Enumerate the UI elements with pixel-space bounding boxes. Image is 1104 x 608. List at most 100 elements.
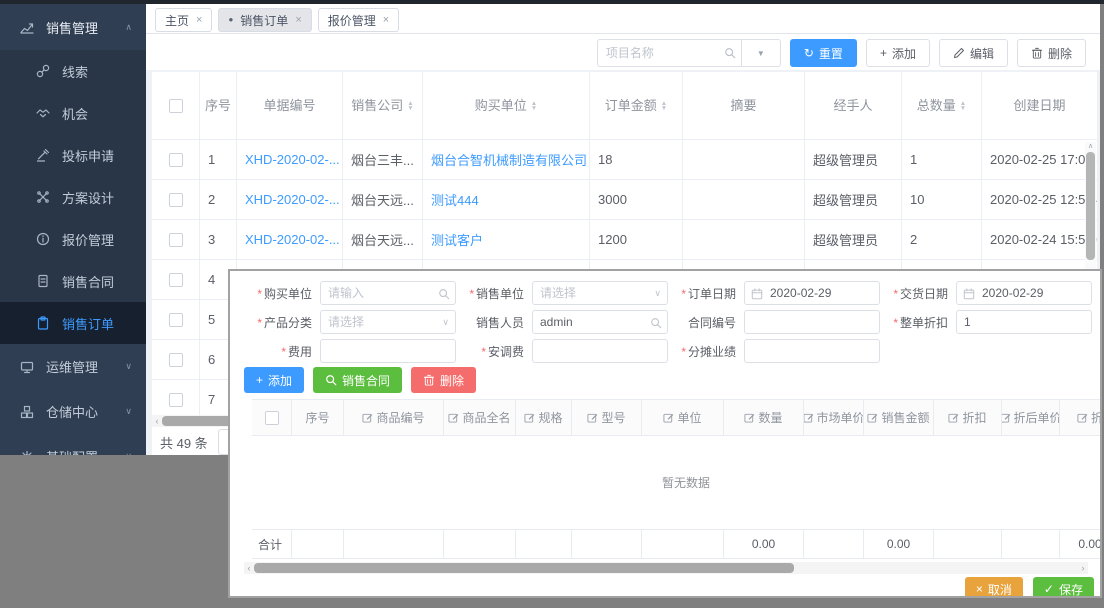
doc-no-link[interactable]: XHD-2020-02-... — [245, 192, 340, 207]
sort-icon[interactable]: ▲▼ — [407, 101, 413, 111]
column-header-qty[interactable]: 总数量▲▼ — [902, 72, 982, 139]
edit-column-icon[interactable] — [524, 412, 535, 423]
order-discount-input[interactable] — [956, 310, 1092, 334]
delete-button[interactable]: 删除 — [1017, 39, 1086, 67]
doc-no-link[interactable]: XHD-2020-02-... — [245, 152, 340, 167]
shared-performance-text[interactable] — [745, 340, 879, 362]
buyer-link[interactable]: 测试客户 — [431, 230, 483, 249]
edit-column-icon[interactable] — [448, 412, 459, 423]
shared-performance-input[interactable] — [744, 339, 880, 363]
edit-column-icon[interactable] — [867, 412, 878, 423]
tab-quote-management[interactable]: 报价管理 × — [318, 8, 399, 32]
column-header-company[interactable]: 销售公司▲▼ — [343, 72, 423, 139]
install-fee-text[interactable] — [533, 340, 667, 362]
sort-icon[interactable]: ▲▼ — [661, 101, 667, 111]
order-discount-text[interactable] — [957, 311, 1091, 333]
scroll-right-icon[interactable]: › — [1078, 562, 1088, 574]
sidebar-item-ops-management[interactable]: 运维管理 ∨ — [0, 344, 146, 389]
column-header-product-name[interactable]: 商品全名 — [444, 400, 516, 435]
sidebar-item-sales-management[interactable]: 销售管理 ∧ — [0, 4, 146, 50]
column-header-amount[interactable]: 订单金额▲▼ — [590, 72, 683, 139]
reset-button[interactable]: ↻ 重置 — [790, 39, 857, 67]
sidebar-item-leads[interactable]: 线索 — [0, 50, 146, 92]
scroll-left-icon[interactable]: ‹ — [244, 562, 254, 574]
dialog-delete-button[interactable]: 删除 — [411, 367, 476, 393]
dialog-add-button[interactable]: + 添加 — [244, 367, 304, 393]
edit-column-icon[interactable] — [663, 412, 674, 423]
tab-home[interactable]: 主页 × — [155, 8, 212, 32]
purchase-unit-input[interactable] — [320, 281, 456, 305]
column-header-unit[interactable]: 单位 — [642, 400, 724, 435]
column-header-discount[interactable]: 折扣 — [934, 400, 1002, 435]
save-button[interactable]: ✓ 保存 — [1033, 577, 1094, 598]
column-header-product-code[interactable]: 商品编号 — [344, 400, 444, 435]
column-header-buyer[interactable]: 购买单位▲▼ — [423, 72, 590, 139]
edit-column-icon[interactable] — [804, 412, 814, 423]
sort-icon[interactable]: ▲▼ — [960, 101, 966, 111]
purchase-unit-text[interactable] — [321, 282, 455, 304]
buyer-link[interactable]: 测试444 — [431, 190, 479, 209]
contract-no-text[interactable] — [745, 311, 879, 333]
sidebar-item-opportunities[interactable]: 机会 — [0, 92, 146, 134]
horizontal-scrollbar-thumb[interactable] — [254, 563, 794, 573]
search-dropdown-button[interactable]: ▼ — [741, 39, 781, 67]
fee-input[interactable] — [320, 339, 456, 363]
dialog-sales-contract-button[interactable]: 销售合同 — [313, 367, 402, 393]
sales-person-text[interactable] — [533, 311, 667, 333]
sidebar-item-sales-contract[interactable]: 销售合同 — [0, 260, 146, 302]
delivery-date-input[interactable] — [956, 281, 1092, 305]
edit-column-icon[interactable] — [948, 412, 959, 423]
add-button[interactable]: + 添加 — [866, 39, 930, 67]
table-row[interactable]: 3 XHD-2020-02-... 烟台天远... 测试客户 1200 超级管理… — [152, 220, 1097, 260]
doc-no-link[interactable]: XHD-2020-02-... — [245, 232, 340, 247]
column-header-discounted-price[interactable]: 折后单价 — [1002, 400, 1060, 435]
column-header-market-price[interactable]: 市场单价 — [804, 400, 864, 435]
dialog-horizontal-scrollbar[interactable]: ‹ › — [244, 562, 1088, 574]
row-checkbox[interactable] — [169, 393, 183, 407]
table-row[interactable]: 2 XHD-2020-02-... 烟台天远... 测试444 3000 超级管… — [152, 180, 1097, 220]
sidebar-item-sales-order[interactable]: 销售订单 — [0, 302, 146, 344]
order-date-input[interactable] — [744, 281, 880, 305]
sales-person-input[interactable] — [532, 310, 668, 334]
install-fee-input[interactable] — [532, 339, 668, 363]
scroll-up-icon[interactable]: ∧ — [1085, 142, 1096, 152]
close-icon[interactable]: × — [196, 14, 202, 26]
column-header-sales-amount[interactable]: 销售金额 — [864, 400, 934, 435]
edit-column-icon[interactable] — [362, 412, 373, 423]
sidebar-item-bid-application[interactable]: 投标申请 — [0, 134, 146, 176]
delivery-date-text[interactable] — [975, 282, 1091, 304]
edit-column-icon[interactable] — [587, 412, 598, 423]
order-date-text[interactable] — [763, 282, 879, 304]
row-checkbox[interactable] — [169, 193, 183, 207]
product-category-select[interactable]: ∨ — [320, 310, 456, 334]
select-all-checkbox[interactable] — [169, 99, 183, 113]
sales-unit-select[interactable]: ∨ — [532, 281, 668, 305]
select-all-checkbox[interactable] — [265, 411, 279, 425]
vertical-scrollbar-thumb[interactable] — [1086, 152, 1095, 260]
sort-icon[interactable]: ▲▼ — [531, 101, 537, 111]
table-row[interactable]: 1 XHD-2020-02-... 烟台三丰... 烟台合智机械制造有限公司 1… — [152, 140, 1097, 180]
fee-text[interactable] — [321, 340, 455, 362]
sidebar-item-quote-management[interactable]: 报价管理 — [0, 218, 146, 260]
product-category-text[interactable] — [321, 311, 455, 333]
scroll-left-icon[interactable]: ‹ — [152, 415, 162, 427]
column-header-truncated[interactable]: 折 — [1060, 400, 1102, 435]
edit-column-icon[interactable] — [744, 412, 755, 423]
sidebar-item-solution-design[interactable]: 方案设计 — [0, 176, 146, 218]
sidebar-item-basic-config[interactable]: 基础配置 ∨ — [0, 434, 146, 455]
sales-unit-text[interactable] — [533, 282, 667, 304]
row-checkbox[interactable] — [169, 153, 183, 167]
row-checkbox[interactable] — [169, 313, 183, 327]
sidebar-item-warehouse-center[interactable]: 仓储中心 ∨ — [0, 389, 146, 434]
column-header-spec[interactable]: 规格 — [516, 400, 572, 435]
column-header-model[interactable]: 型号 — [572, 400, 642, 435]
row-checkbox[interactable] — [169, 233, 183, 247]
edit-column-icon[interactable] — [1077, 412, 1088, 423]
contract-no-input[interactable] — [744, 310, 880, 334]
close-icon[interactable]: × — [383, 14, 389, 26]
search-input[interactable] — [597, 39, 719, 67]
close-icon[interactable]: × — [295, 14, 301, 26]
buyer-link[interactable]: 烟台合智机械制造有限公司 — [431, 150, 587, 169]
row-checkbox[interactable] — [169, 353, 183, 367]
cancel-button[interactable]: × 取消 — [965, 577, 1023, 598]
